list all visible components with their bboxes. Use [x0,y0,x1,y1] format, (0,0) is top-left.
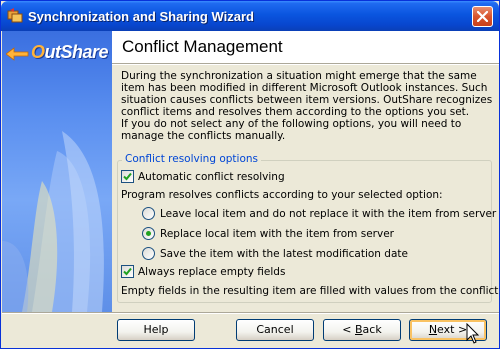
next-rest: ext > [437,323,468,336]
auto-resolve-label: Automatic conflict resolving [138,170,285,183]
empty-fields-note: Empty fields in the resulting item are f… [121,285,498,297]
wizard-window: Synchronization and Sharing Wizard OutSh… [0,0,500,349]
logo-initial: O [31,42,45,62]
back-prefix: < [342,323,355,336]
cancel-button[interactable]: Cancel [236,319,314,341]
title-bar[interactable]: Synchronization and Sharing Wizard [1,1,499,31]
mouse-pointer-icon [466,323,480,344]
radio-label: Leave local item and do not replace it w… [160,207,497,220]
description-text: During the synchronization a situation m… [121,70,493,142]
back-rest: ack [362,323,382,336]
replace-empty-checkbox[interactable]: Always replace empty fields [121,265,285,278]
radio-circle[interactable] [142,247,155,260]
back-button[interactable]: < Back [323,319,401,341]
replace-empty-label: Always replace empty fields [138,265,286,278]
radio-label: Replace local item with the item from se… [160,227,394,240]
group-label: Conflict resolving options [122,153,261,165]
footer-divider [2,312,499,314]
window-title: Synchronization and Sharing Wizard [28,9,254,24]
auto-resolve-checkbox[interactable]: Automatic conflict resolving [121,170,285,183]
radio-label: Save the item with the latest modificati… [160,247,408,260]
empty-note-label: Empty fields in the resulting item are f… [121,285,499,297]
resolve-intro-label: Program resolves conflicts according to … [121,189,443,201]
checkbox-box[interactable] [121,265,134,278]
checkbox-box[interactable] [121,170,134,183]
radio-latest-date[interactable]: Save the item with the latest modificati… [142,247,408,260]
close-icon [477,11,488,22]
help-button[interactable]: Help [117,319,195,341]
outshare-logo: OutShare [31,42,109,63]
page-title: Conflict Management [122,37,283,56]
radio-circle-selected[interactable] [142,227,155,240]
wizard-app-icon [7,8,23,24]
outshare-logo-icon [5,45,32,66]
check-icon [123,267,132,276]
radio-replace-local[interactable]: Replace local item with the item from se… [142,227,394,240]
check-icon [123,172,132,181]
description-paragraph-2: If you do not select any of the followin… [121,118,462,142]
sidebar-decoration [2,131,104,312]
logo-rest: utShare [44,42,109,62]
header-divider [112,63,499,65]
resolve-intro-text: Program resolves conflicts according to … [121,189,443,201]
page-header: Conflict Management [112,31,499,63]
close-button[interactable] [472,6,493,27]
back-accelerator: B [355,323,363,336]
wizard-sidebar: OutShare [2,31,112,312]
next-accelerator: N [428,323,438,336]
radio-circle[interactable] [142,207,155,220]
radio-leave-local[interactable]: Leave local item and do not replace it w… [142,207,496,220]
radio-dot [146,231,151,236]
description-paragraph-1: During the synchronization a situation m… [121,70,493,118]
